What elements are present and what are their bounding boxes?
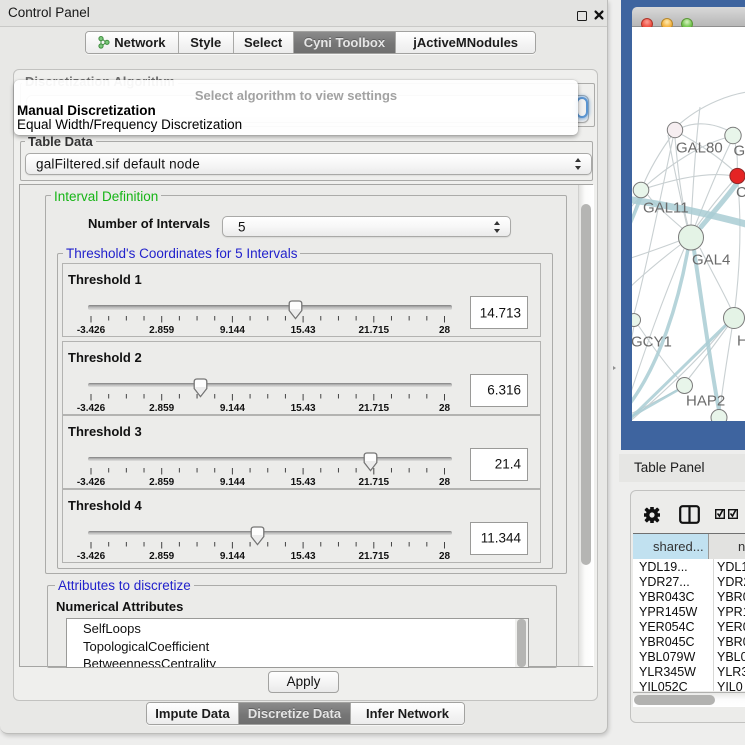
svg-text:9.144: 9.144 [220,403,245,414]
svg-text:9.144: 9.144 [220,551,245,562]
svg-text:GA: GA [734,143,745,160]
svg-text:GAL11: GAL11 [643,200,689,217]
svg-text:15.43: 15.43 [291,325,316,336]
svg-text:HAP2: HAP2 [686,393,725,410]
svg-text:-3.426: -3.426 [77,325,106,336]
svg-text:2.859: 2.859 [149,403,174,414]
svg-text:H: H [737,333,745,350]
svg-text:21.715: 21.715 [359,403,390,414]
svg-text:28: 28 [439,325,451,336]
svg-text:-3.426: -3.426 [77,551,106,562]
svg-text:-3.426: -3.426 [77,477,106,488]
svg-text:2.859: 2.859 [149,477,174,488]
svg-text:-3.426: -3.426 [77,403,106,414]
svg-text:GAL4: GAL4 [692,252,730,269]
svg-text:28: 28 [439,551,451,562]
svg-text:9.144: 9.144 [220,325,245,336]
svg-text:2.859: 2.859 [149,325,174,336]
svg-text:21.715: 21.715 [359,477,390,488]
svg-text:15.43: 15.43 [291,551,316,562]
svg-text:21.715: 21.715 [359,325,390,336]
svg-text:21.715: 21.715 [359,551,390,562]
svg-text:2.859: 2.859 [149,551,174,562]
svg-text:28: 28 [439,403,451,414]
svg-text:15.43: 15.43 [291,403,316,414]
svg-text:GCY1: GCY1 [632,334,672,351]
svg-text:28: 28 [439,477,451,488]
svg-text:9.144: 9.144 [220,477,245,488]
svg-text:C: C [736,184,745,201]
svg-text:GAL80: GAL80 [676,140,723,157]
svg-text:15.43: 15.43 [291,477,316,488]
